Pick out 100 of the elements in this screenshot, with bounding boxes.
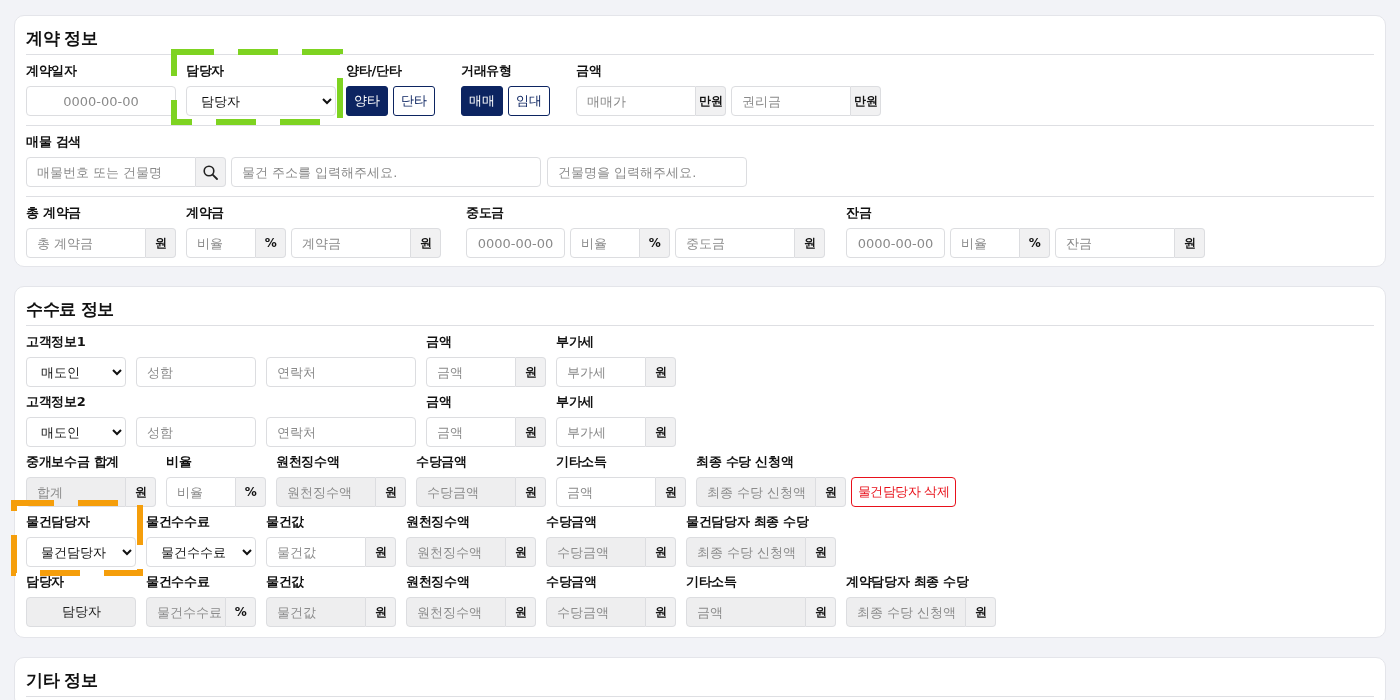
unit-label: 원 — [146, 228, 176, 258]
input-field[interactable]: 성함 — [136, 357, 256, 387]
field-label: 잔금 — [846, 205, 872, 221]
date-field[interactable]: 0000-00-00 — [466, 228, 565, 258]
input-field[interactable]: 부가세 — [556, 357, 646, 387]
input-field[interactable]: 비율 — [186, 228, 256, 258]
section-title: 계약 정보 — [26, 26, 1374, 55]
field-label: 매물 검색 — [26, 134, 82, 150]
field-label: 고객정보2 — [26, 394, 86, 410]
input-field[interactable]: 연락처 — [266, 357, 416, 387]
field-label: 비율 — [166, 454, 192, 470]
unit-label: 원 — [411, 228, 441, 258]
field-label: 원천징수액 — [406, 514, 470, 530]
field-label: 부가세 — [556, 394, 595, 410]
unit-label: 원 — [816, 477, 846, 507]
toggle-button[interactable]: 양타 — [346, 86, 388, 116]
field-label: 물건수수료 — [146, 574, 210, 590]
section-title: 기타 정보 — [26, 668, 1374, 697]
field-label: 계약담당자 최종 수당 — [846, 574, 969, 590]
input-field[interactable]: 건물명을 입력해주세요. — [547, 157, 747, 187]
input-field[interactable]: 물건 주소를 입력해주세요. — [231, 157, 541, 187]
field-label: 담당자 — [186, 63, 225, 79]
unit-label: 원 — [806, 537, 836, 567]
input-field[interactable]: 비율 — [166, 477, 236, 507]
field-label: 수당금액 — [546, 574, 597, 590]
input-field[interactable]: 중도금 — [675, 228, 795, 258]
field-label: 기타소득 — [686, 574, 737, 590]
unit-label: 원 — [506, 597, 536, 627]
search-icon — [203, 164, 218, 180]
input-field[interactable]: 성함 — [136, 417, 256, 447]
unit-label: 원 — [646, 357, 676, 387]
input-field[interactable]: 총 계약금 — [26, 228, 146, 258]
field-label: 물건담당자 — [26, 514, 90, 530]
field-label: 금액 — [426, 394, 452, 410]
toggle-button[interactable]: 매매 — [461, 86, 503, 116]
input-field[interactable]: 계약금 — [291, 228, 411, 258]
field-label: 물건수수료 — [146, 514, 210, 530]
field-label: 중개보수금 합계 — [26, 454, 120, 470]
field-label: 원천징수액 — [276, 454, 340, 470]
toggle-button[interactable]: 단타 — [393, 86, 435, 116]
field-label: 금액 — [426, 334, 452, 350]
section-title: 수수료 정보 — [26, 297, 1374, 326]
unit-label: 만원 — [696, 86, 726, 116]
unit-label: 원 — [646, 597, 676, 627]
unit-label: 원 — [795, 228, 825, 258]
unit-label: % — [1020, 228, 1050, 258]
unit-label: 원 — [516, 477, 546, 507]
input-field[interactable]: 연락처 — [266, 417, 416, 447]
select-field[interactable]: 매도인 — [26, 357, 126, 387]
toggle-button[interactable]: 임대 — [508, 86, 550, 116]
field-label: 계약일자 — [26, 63, 77, 79]
field-label: 원천징수액 — [406, 574, 470, 590]
unit-label: % — [256, 228, 286, 258]
unit-label: 원 — [376, 477, 406, 507]
input-field[interactable]: 매매가 — [576, 86, 696, 116]
unit-label: 원 — [366, 537, 396, 567]
select-field[interactable]: 매도인 — [26, 417, 126, 447]
unit-label: 원 — [516, 357, 546, 387]
select-field[interactable]: 물건담당자 — [26, 537, 136, 567]
field-label: 담당자 — [26, 574, 65, 590]
field-label: 양타/단타 — [346, 63, 402, 79]
date-field[interactable]: 0000-00-00 — [846, 228, 945, 258]
unit-label: 원 — [126, 477, 156, 507]
unit-label: 원 — [1175, 228, 1205, 258]
input-field[interactable]: 비율 — [570, 228, 640, 258]
select-field[interactable]: 담당자 — [186, 86, 336, 116]
unit-label: % — [640, 228, 670, 258]
input-field[interactable]: 비율 — [950, 228, 1020, 258]
unit-label: 원 — [516, 417, 546, 447]
unit-label: 만원 — [851, 86, 881, 116]
field-label: 최종 수당 신청액 — [696, 454, 794, 470]
unit-label: 원 — [806, 597, 836, 627]
unit-label: % — [236, 477, 266, 507]
input-field[interactable]: 금액 — [426, 357, 516, 387]
field-label: 기타소득 — [556, 454, 607, 470]
input-field[interactable]: 물건값 — [266, 537, 366, 567]
delete-button[interactable]: 물건담당자 삭제 — [851, 477, 956, 507]
field-label: 수당금액 — [416, 454, 467, 470]
input-field[interactable]: 부가세 — [556, 417, 646, 447]
unit-label: 원 — [656, 477, 686, 507]
search-button[interactable] — [196, 157, 226, 187]
field-label: 고객정보1 — [26, 334, 86, 350]
select-field[interactable]: 물건수수료 — [146, 537, 256, 567]
unit-label: 원 — [646, 537, 676, 567]
date-field[interactable]: 0000-00-00 — [26, 86, 176, 116]
unit-label: 원 — [966, 597, 996, 627]
field-label: 물건값 — [266, 574, 305, 590]
unit-label: 원 — [646, 417, 676, 447]
unit-label: % — [226, 597, 256, 627]
field-label: 금액 — [576, 63, 602, 79]
field-label: 거래유형 — [461, 63, 512, 79]
input-field[interactable]: 권리금 — [731, 86, 851, 116]
field-label: 계약금 — [186, 205, 225, 221]
field-label: 물건담당자 최종 수당 — [686, 514, 809, 530]
field-label: 물건값 — [266, 514, 305, 530]
input-field[interactable]: 금액 — [426, 417, 516, 447]
input-field[interactable]: 금액 — [556, 477, 656, 507]
input-field[interactable]: 잔금 — [1055, 228, 1175, 258]
search-field[interactable]: 매물번호 또는 건물명 — [26, 157, 196, 187]
field-label: 중도금 — [466, 205, 505, 221]
